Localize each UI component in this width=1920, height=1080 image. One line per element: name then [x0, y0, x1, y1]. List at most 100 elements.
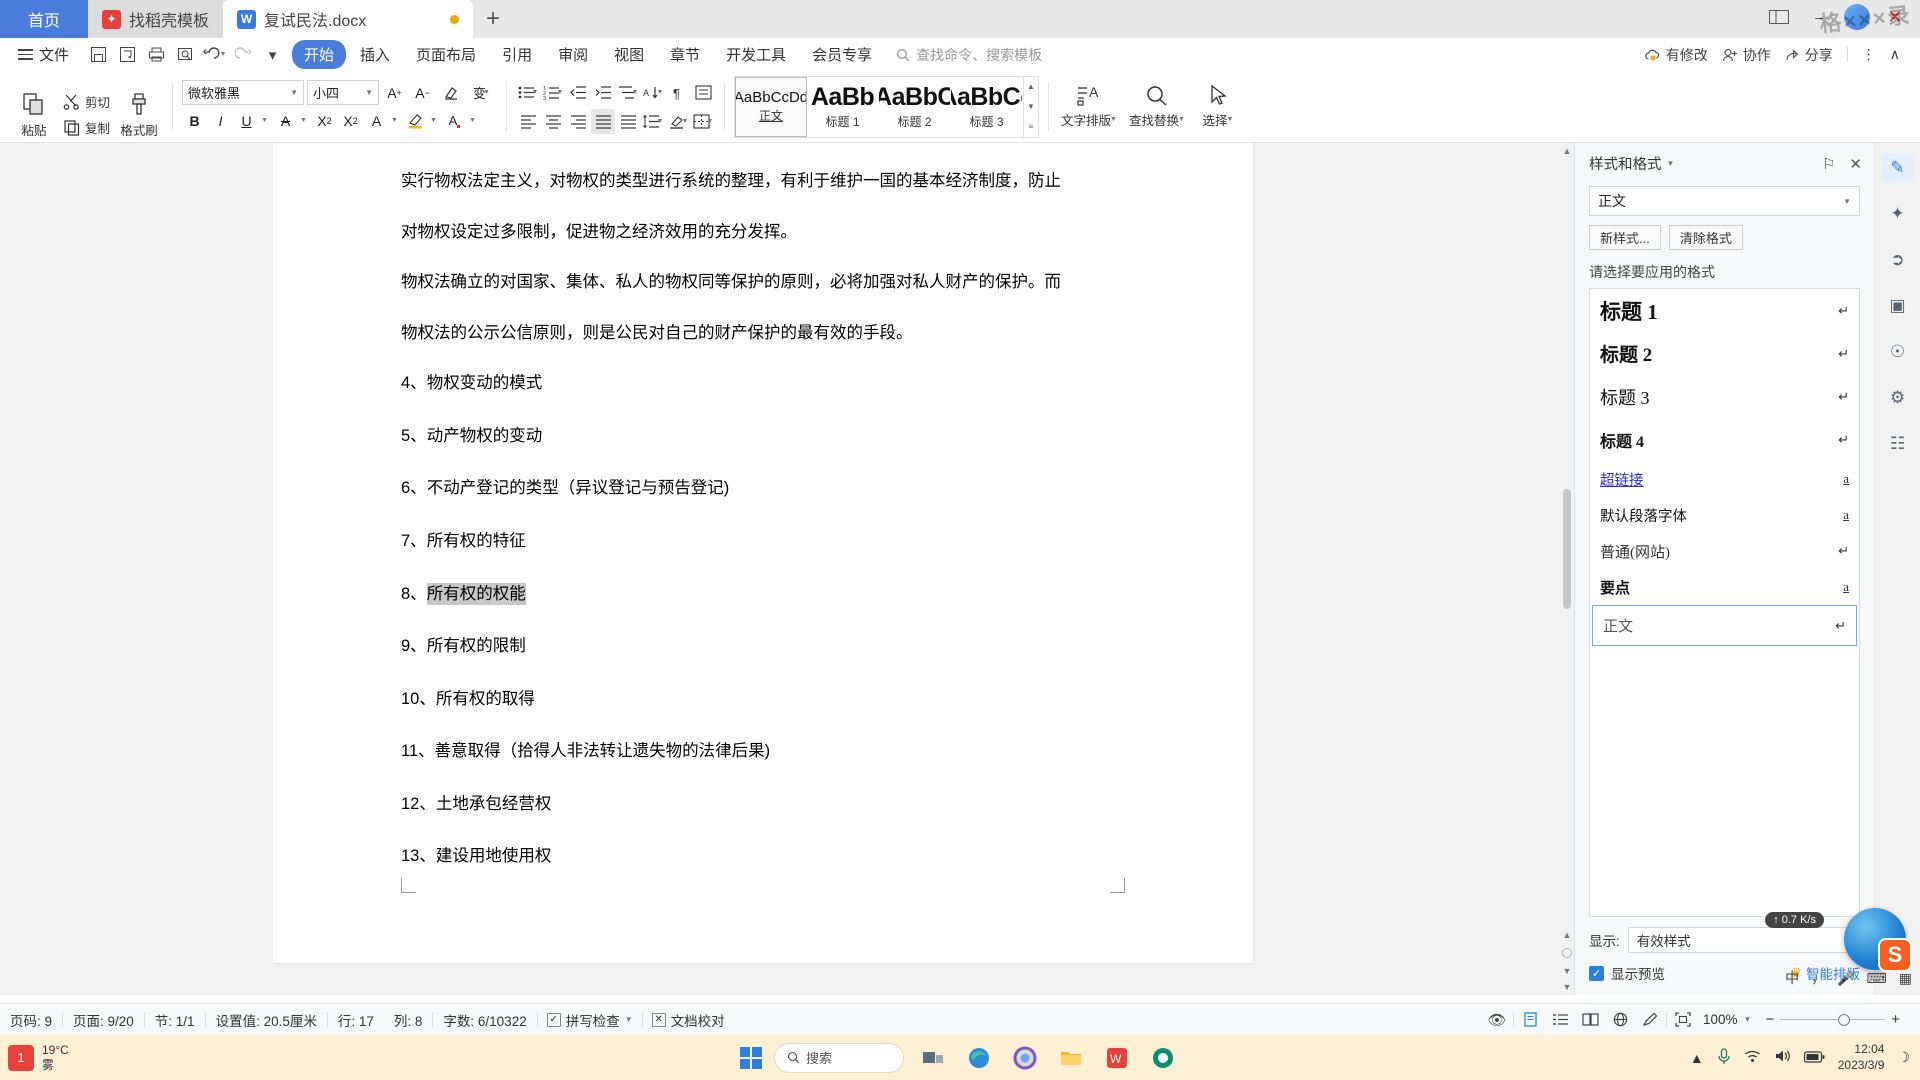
- list-item[interactable]: 4、物权变动的模式: [401, 371, 1125, 397]
- style-item-hyperlink[interactable]: 超链接 a: [1590, 461, 1859, 497]
- taskbar-search[interactable]: 搜索: [774, 1042, 904, 1073]
- style-list[interactable]: 标题 1 ↵ 标题 2 ↵ 标题 3 ↵ 标题 4 ↵ 超链接 a 默认段落字体…: [1589, 288, 1860, 917]
- new-tab-button[interactable]: +: [473, 0, 513, 38]
- style-gallery-item-body[interactable]: AaBbCcDd 正文: [735, 76, 808, 137]
- decrease-indent-button[interactable]: [566, 80, 590, 105]
- numbered-list-button[interactable]: 123 ▼: [541, 80, 565, 105]
- menu-item-section[interactable]: 章节: [658, 40, 712, 69]
- task-view-icon[interactable]: [916, 1041, 950, 1075]
- paragraph[interactable]: 对物权设定过多限制，促进物之经济效用的充分发挥。: [401, 220, 1125, 246]
- cut-button[interactable]: 剪切: [60, 90, 113, 113]
- menu-item-view[interactable]: 视图: [602, 40, 656, 69]
- text-layout-button[interactable]: A 文字排版 ▼: [1058, 84, 1120, 129]
- zoom-in-button[interactable]: +: [1885, 1011, 1906, 1028]
- select-button[interactable]: 选择 ▼: [1194, 84, 1242, 129]
- document-page[interactable]: 实行物权法定主义，对物权的类型进行系统的整理，有利于维护一国的基本经济制度，防止…: [273, 143, 1253, 963]
- document-scroll-area[interactable]: 实行物权法定主义，对物权的类型进行系统的整理，有利于维护一国的基本经济制度，防止…: [273, 143, 1574, 995]
- select-browse-object-icon[interactable]: [1562, 948, 1572, 958]
- style-gallery-item-heading1[interactable]: AaBb 标题 1: [807, 77, 879, 137]
- edit-pen-icon[interactable]: ✎: [1882, 153, 1913, 183]
- wifi-icon[interactable]: [1744, 1049, 1761, 1066]
- list-item[interactable]: 11、善意取得（拾得人非法转让遗失物的法律后果): [401, 739, 1125, 765]
- doc-proof-button[interactable]: ✕ 文档校对: [643, 1010, 734, 1030]
- scroll-down-icon[interactable]: ▼: [1027, 102, 1035, 111]
- zoom-out-button[interactable]: −: [1759, 1011, 1780, 1028]
- edge-browser-icon[interactable]: [962, 1041, 996, 1075]
- menu-item-references[interactable]: 引用: [490, 40, 544, 69]
- align-center-button[interactable]: [541, 109, 565, 134]
- status-section[interactable]: 节: 1/1: [145, 1010, 205, 1030]
- tab-document[interactable]: W 复试民法.docx: [223, 0, 474, 38]
- grow-font-button[interactable]: A +: [382, 80, 407, 105]
- spell-check-button[interactable]: ✓ 拼写检查 ▼: [538, 1010, 642, 1030]
- increase-indent-button[interactable]: [591, 80, 615, 105]
- sogou-ball-icon[interactable]: S: [1844, 908, 1912, 972]
- font-size-select[interactable]: 小四 ▼: [307, 80, 380, 105]
- highlight-dropdown[interactable]: ▼: [429, 108, 441, 133]
- character-border-dropdown[interactable]: ▼: [390, 108, 402, 133]
- moon-icon[interactable]: ☽: [1897, 1049, 1910, 1066]
- print-preview-icon[interactable]: [172, 42, 199, 68]
- wps-office-icon[interactable]: W: [1100, 1041, 1134, 1075]
- list-item[interactable]: 9、所有权的限制: [401, 634, 1125, 660]
- distribute-button[interactable]: [616, 109, 640, 134]
- list-item[interactable]: 6、不动产登记的类型（异议登记与预告登记): [401, 476, 1125, 502]
- split-view-icon[interactable]: [1764, 5, 1794, 29]
- scroll-up-icon[interactable]: ▲: [1563, 143, 1572, 159]
- scrollbar-thumb[interactable]: [1563, 489, 1571, 609]
- justify-button[interactable]: [591, 108, 616, 134]
- command-search[interactable]: 查找命令、搜索模板: [896, 45, 1042, 65]
- list-item[interactable]: 7、所有权的特征: [401, 529, 1125, 555]
- list-item[interactable]: 5、动产物权的变动: [401, 424, 1125, 450]
- cloud-status-button[interactable]: 有修改: [1644, 45, 1708, 65]
- sort-button[interactable]: A ▼: [641, 80, 665, 105]
- chevron-up-icon[interactable]: ▲: [1690, 1050, 1704, 1066]
- keyboard-icon[interactable]: ⌨: [1867, 970, 1887, 987]
- line-spacing-button[interactable]: ▼: [641, 109, 665, 134]
- subscript-button[interactable]: X2: [338, 108, 363, 133]
- format-painter-button[interactable]: 格式刷: [115, 92, 163, 139]
- home-tab[interactable]: 首页: [0, 0, 88, 38]
- cursor-select-icon[interactable]: ➲: [1883, 245, 1913, 275]
- shading-button[interactable]: ▼: [666, 109, 690, 134]
- highlight-color-button[interactable]: [403, 108, 428, 133]
- list-item[interactable]: 12、土地承包经营权: [401, 792, 1125, 818]
- zoom-slider[interactable]: − +: [1759, 1011, 1906, 1028]
- save-as-icon[interactable]: [114, 42, 141, 68]
- save-icon[interactable]: [85, 42, 112, 68]
- style-item-heading4[interactable]: 标题 4 ↵: [1590, 418, 1859, 461]
- pinyin-guide-button[interactable]: 变 ▼: [466, 80, 497, 105]
- close-icon[interactable]: ✕: [1880, 5, 1910, 29]
- menu-item-insert[interactable]: 插入: [348, 40, 402, 69]
- help-icon[interactable]: ☉: [1883, 337, 1913, 367]
- file-explorer-icon[interactable]: [1054, 1041, 1088, 1075]
- magic-wand-icon[interactable]: ✦: [1883, 199, 1913, 229]
- bold-button[interactable]: B: [182, 108, 207, 133]
- pen-view-icon[interactable]: [1636, 1008, 1664, 1032]
- superscript-button[interactable]: X2: [312, 108, 337, 133]
- list-item[interactable]: 13、建设用地使用权: [401, 844, 1125, 870]
- ime-punct-label[interactable]: ，: [1811, 968, 1825, 988]
- strikethrough-button[interactable]: A: [273, 108, 298, 133]
- page-view-icon[interactable]: [1516, 1008, 1544, 1032]
- style-item-body-selected[interactable]: 正文 ↵: [1592, 605, 1857, 646]
- weather-widget[interactable]: 1 19°C 雾: [0, 1043, 69, 1073]
- vertical-scrollbar[interactable]: ▲ ▲ ▼ ▼: [1560, 143, 1574, 995]
- taskbar-clock[interactable]: 12:04 2023/3/9: [1838, 1042, 1885, 1073]
- style-item-heading1[interactable]: 标题 1 ↵: [1590, 289, 1859, 332]
- menu-item-review[interactable]: 审阅: [546, 40, 600, 69]
- shield-icon[interactable]: ⚙: [1883, 383, 1913, 413]
- paragraph-settings-button[interactable]: [691, 80, 715, 105]
- close-panel-icon[interactable]: ✕: [1849, 155, 1862, 173]
- windows-start-icon[interactable]: [740, 1046, 762, 1069]
- scroll-down-icon[interactable]: ▼: [1563, 979, 1572, 995]
- paragraph[interactable]: 实行物权法定主义，对物权的类型进行系统的整理，有利于维护一国的基本经济制度，防止: [401, 169, 1125, 195]
- italic-button[interactable]: I: [208, 108, 233, 133]
- eye-icon[interactable]: 👁: [1483, 1008, 1511, 1032]
- style-item-normal-web[interactable]: 普通(网站) ↵: [1590, 533, 1859, 569]
- outline-view-icon[interactable]: [1546, 1008, 1574, 1032]
- microphone-icon[interactable]: [1717, 1047, 1731, 1068]
- show-marks-button[interactable]: ¶: [666, 80, 690, 105]
- font-color-button[interactable]: A: [442, 108, 467, 133]
- preview-checkbox[interactable]: ✓: [1589, 965, 1604, 981]
